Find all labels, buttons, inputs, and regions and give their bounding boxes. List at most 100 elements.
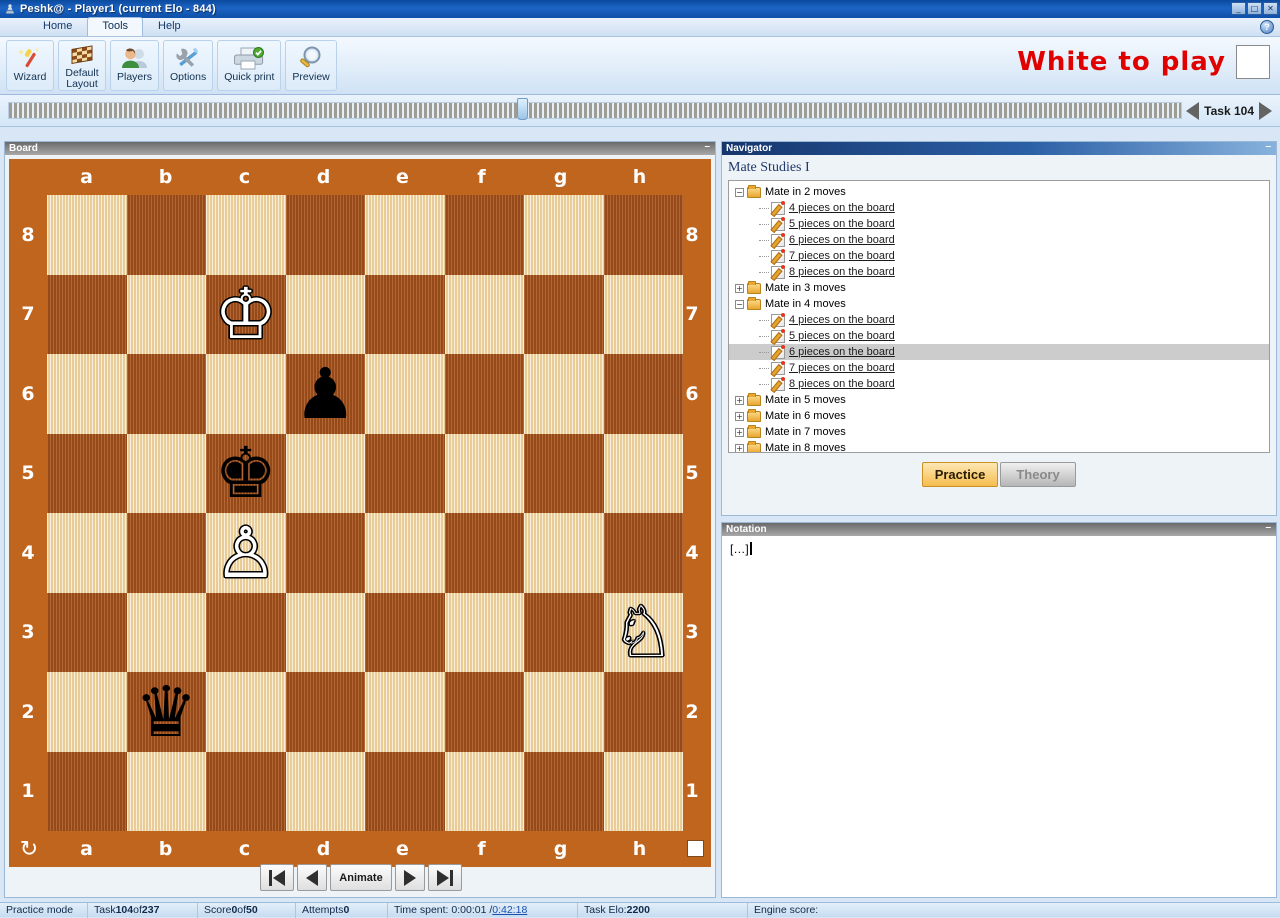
tab-home[interactable]: Home xyxy=(28,17,87,36)
default-layout-button[interactable]: Default Layout xyxy=(58,40,106,91)
theory-button[interactable]: Theory xyxy=(1000,462,1076,487)
tree-folder[interactable]: + Mate in 3 moves xyxy=(729,280,1269,296)
collapse-icon[interactable]: − xyxy=(735,299,744,309)
tree-item-link[interactable]: 4 pieces on the board xyxy=(789,314,895,326)
board-square-g6[interactable] xyxy=(524,354,604,434)
board-square-h8[interactable] xyxy=(603,195,683,275)
board-square-e5[interactable] xyxy=(365,433,445,513)
board-square-f6[interactable] xyxy=(444,354,524,434)
board-square-g8[interactable] xyxy=(524,195,604,275)
board-square-d8[interactable] xyxy=(285,195,365,275)
chess-board[interactable]: a b c d e f g h 8 7 6 5 4 3 2 1 ♔ ♟ ♚ ♙ ♘ ♛ xyxy=(9,159,711,867)
window-controls[interactable]: _ □ ✕ xyxy=(1231,2,1278,15)
task-ruler-marker[interactable] xyxy=(517,98,528,120)
previous-move-button[interactable] xyxy=(297,864,328,891)
navigator-minimize-icon[interactable]: – xyxy=(1265,142,1271,152)
board-square-g7[interactable] xyxy=(524,274,604,354)
piece-white-pawn-c4[interactable]: ♙ xyxy=(206,513,286,593)
flip-board-icon[interactable]: ↻ xyxy=(15,835,43,863)
tree-item[interactable]: 7 pieces on the board xyxy=(729,360,1269,376)
board-square-c1[interactable] xyxy=(206,751,286,831)
board-square-d2[interactable] xyxy=(285,672,365,752)
preview-button[interactable]: Preview xyxy=(285,40,337,91)
tree-item-link[interactable]: 6 pieces on the board xyxy=(789,346,895,358)
maximize-button[interactable]: □ xyxy=(1247,2,1262,15)
piece-black-king-c5[interactable]: ♚ xyxy=(206,434,286,514)
board-square-d6[interactable]: ♟ xyxy=(285,354,366,434)
board-square-b4[interactable] xyxy=(126,513,206,593)
board-square-a5[interactable] xyxy=(47,433,127,513)
board-square-e2[interactable] xyxy=(365,672,445,752)
tree-folder[interactable]: + Mate in 5 moves xyxy=(729,392,1269,408)
board-square-e4[interactable] xyxy=(365,513,445,593)
wizard-button[interactable]: Wizard xyxy=(6,40,54,91)
board-square-e8[interactable] xyxy=(365,195,445,275)
expand-icon[interactable]: + xyxy=(735,427,744,437)
board-square-b2[interactable]: ♛ xyxy=(126,672,207,752)
piece-black-queen-b2[interactable]: ♛ xyxy=(127,672,207,752)
tree-item-link[interactable]: 8 pieces on the board xyxy=(789,266,895,278)
tree-folder[interactable]: + Mate in 8 moves xyxy=(729,440,1269,452)
board-square-a1[interactable] xyxy=(47,751,127,831)
tree-item-link[interactable]: 8 pieces on the board xyxy=(789,378,895,390)
board-square-h7[interactable] xyxy=(603,274,683,354)
board-square-f7[interactable] xyxy=(444,274,524,354)
board-square-f1[interactable] xyxy=(444,751,524,831)
tree-folder[interactable]: − Mate in 4 moves xyxy=(729,296,1269,312)
board-square-f2[interactable] xyxy=(444,672,524,752)
board-square-g3[interactable] xyxy=(524,592,604,672)
board-square-g5[interactable] xyxy=(524,433,604,513)
board-minimize-icon[interactable]: – xyxy=(704,142,710,152)
navigator-tree[interactable]: − Mate in 2 moves 4 pieces on the board 5 p… xyxy=(728,180,1270,453)
board-square-d3[interactable] xyxy=(285,592,365,672)
tree-item[interactable]: 8 pieces on the board xyxy=(729,376,1269,392)
tree-item-link[interactable]: 5 pieces on the board xyxy=(789,330,895,342)
board-square-c8[interactable] xyxy=(206,195,286,275)
status-time-total-link[interactable]: 0:42:18 xyxy=(492,904,527,916)
board-square-b7[interactable] xyxy=(126,274,206,354)
tree-item[interactable]: 5 pieces on the board xyxy=(729,328,1269,344)
board-square-b8[interactable] xyxy=(126,195,206,275)
tree-item-link[interactable]: 5 pieces on the board xyxy=(789,218,895,230)
collapse-icon[interactable]: − xyxy=(735,187,744,197)
tree-item[interactable]: 8 pieces on the board xyxy=(729,264,1269,280)
tab-tools[interactable]: Tools xyxy=(87,17,144,36)
help-icon[interactable]: ? xyxy=(1260,20,1274,34)
animate-button[interactable]: Animate xyxy=(330,864,392,891)
board-square-c4[interactable]: ♙ xyxy=(206,513,286,593)
piece-white-knight-h3[interactable]: ♘ xyxy=(604,593,684,673)
tree-folder[interactable]: + Mate in 6 moves xyxy=(729,408,1269,424)
board-square-c3[interactable] xyxy=(206,592,286,672)
board-square-b3[interactable] xyxy=(126,592,206,672)
board-square-c6[interactable] xyxy=(206,354,286,434)
tree-item-link[interactable]: 7 pieces on the board xyxy=(789,250,895,262)
board-square-h4[interactable] xyxy=(603,513,683,593)
tree-item[interactable]: 6 pieces on the board xyxy=(729,232,1269,248)
board-square-a4[interactable] xyxy=(47,513,127,593)
tree-folder[interactable]: − Mate in 2 moves xyxy=(729,184,1269,200)
previous-task-button[interactable] xyxy=(1186,101,1200,120)
tree-item-link[interactable]: 6 pieces on the board xyxy=(789,234,895,246)
board-square-f3[interactable] xyxy=(444,592,524,672)
board-square-g4[interactable] xyxy=(524,513,604,593)
players-button[interactable]: Players xyxy=(110,40,160,91)
board-square-e1[interactable] xyxy=(365,751,445,831)
close-button[interactable]: ✕ xyxy=(1263,2,1278,15)
piece-black-pawn-d6[interactable]: ♟ xyxy=(286,354,366,434)
board-square-a8[interactable] xyxy=(47,195,127,275)
minimize-button[interactable]: _ xyxy=(1231,2,1246,15)
board-square-f5[interactable] xyxy=(444,433,524,513)
board-square-h1[interactable] xyxy=(603,751,683,831)
board-square-d7[interactable] xyxy=(285,274,365,354)
quick-print-button[interactable]: Quick print xyxy=(217,40,282,91)
board-square-c5[interactable]: ♚ xyxy=(206,433,286,514)
board-square-h2[interactable] xyxy=(603,672,683,752)
board-square-e6[interactable] xyxy=(365,354,445,434)
practice-button[interactable]: Practice xyxy=(922,462,998,487)
expand-icon[interactable]: + xyxy=(735,283,744,293)
tree-item[interactable]: 6 pieces on the board xyxy=(729,344,1269,360)
next-move-button[interactable] xyxy=(394,864,425,891)
tree-item[interactable]: 4 pieces on the board xyxy=(729,200,1269,216)
options-button[interactable]: Options xyxy=(163,40,214,91)
board-square-g2[interactable] xyxy=(524,672,604,752)
